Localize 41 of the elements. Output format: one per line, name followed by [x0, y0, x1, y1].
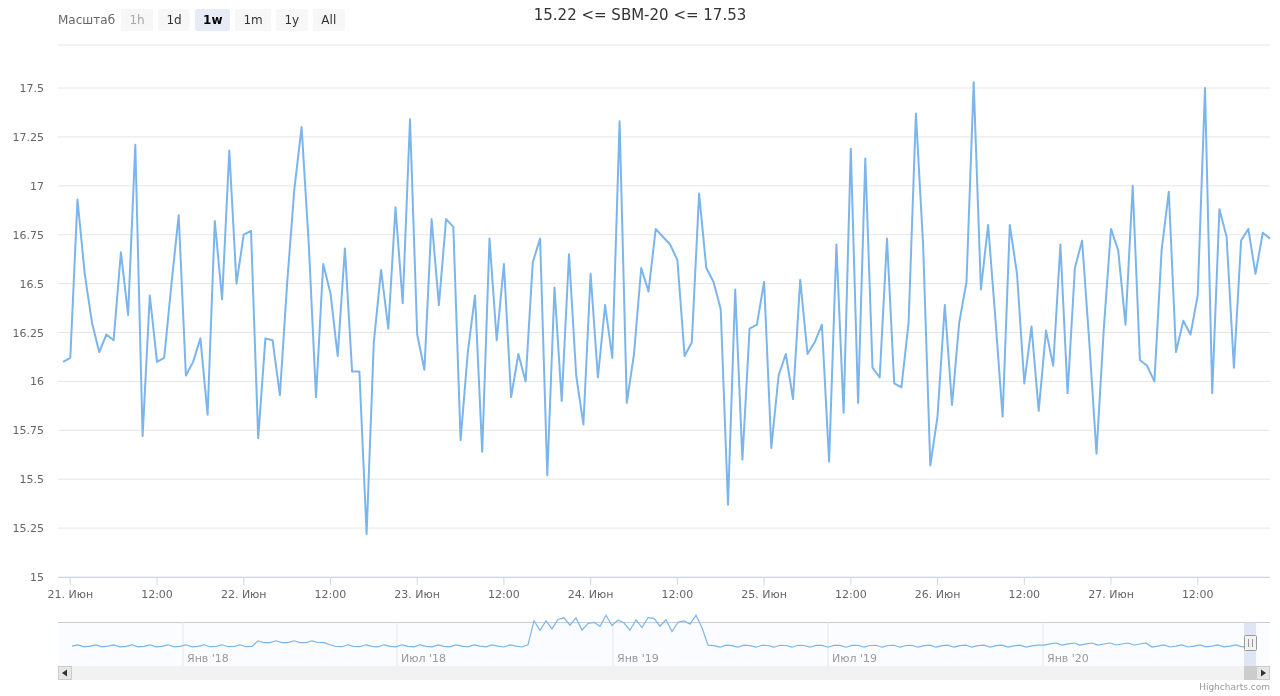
- range-button[interactable]: 1m: [235, 9, 271, 31]
- y-axis-label: 15.25: [12, 522, 44, 536]
- range-button[interactable]: All: [312, 9, 345, 31]
- x-axis-label: 12:00: [141, 588, 173, 601]
- y-axis-label: 17.25: [12, 130, 44, 144]
- x-axis-label: 12:00: [314, 588, 347, 601]
- x-axis-label: 22. Июн: [220, 588, 267, 601]
- x-axis-label: 12:00: [834, 588, 867, 601]
- x-axis-label: 12:00: [488, 588, 520, 601]
- y-axis-label: 15.75: [12, 424, 44, 438]
- x-axis-label: 12:00: [1181, 588, 1214, 601]
- y-axis-label: 16: [30, 375, 44, 389]
- scrollbar-thumb[interactable]: [1244, 666, 1256, 680]
- x-axis-label: 27. Июн: [1088, 588, 1134, 601]
- navigator-date-label: Янв '19: [617, 652, 659, 665]
- range-handle-icon[interactable]: [1244, 635, 1257, 651]
- x-axis-label: 26. Июн: [914, 588, 961, 601]
- x-axis-label: 24. Июн: [567, 588, 614, 601]
- scroll-right-icon[interactable]: [1256, 666, 1270, 680]
- scroll-left-icon[interactable]: [58, 666, 72, 680]
- y-axis-label: 16.75: [12, 228, 44, 242]
- navigator-date-label: Янв '20: [1047, 652, 1089, 665]
- x-axis-label: 21. Июн: [47, 588, 94, 601]
- y-axis-label: 15.5: [19, 473, 44, 487]
- range-button[interactable]: 1w: [195, 9, 231, 31]
- navigator-date-label: Янв '18: [187, 652, 229, 665]
- y-axis-label: 17: [30, 179, 44, 193]
- range-button[interactable]: 1d: [158, 9, 191, 31]
- navigator-date-label: Июл '18: [401, 652, 447, 665]
- chart-title: 15.22 <= SBM-20 <= 17.53: [533, 5, 747, 24]
- y-axis-label: 16.5: [19, 277, 44, 291]
- range-button[interactable]: 1y: [275, 9, 308, 31]
- x-axis-label: 23. Июн: [394, 588, 441, 601]
- x-axis-label: 12:00: [661, 588, 694, 601]
- x-axis-label: 12:00: [1008, 588, 1041, 601]
- y-axis-label: 16.25: [12, 326, 44, 340]
- y-axis-label: 15: [30, 571, 44, 584]
- x-axis-label: 25. Июн: [741, 588, 787, 601]
- y-axis-label: 17.5: [19, 82, 44, 96]
- navigator-date-label: Июл '19: [832, 652, 878, 665]
- zoom-label: Масштаб: [58, 13, 116, 27]
